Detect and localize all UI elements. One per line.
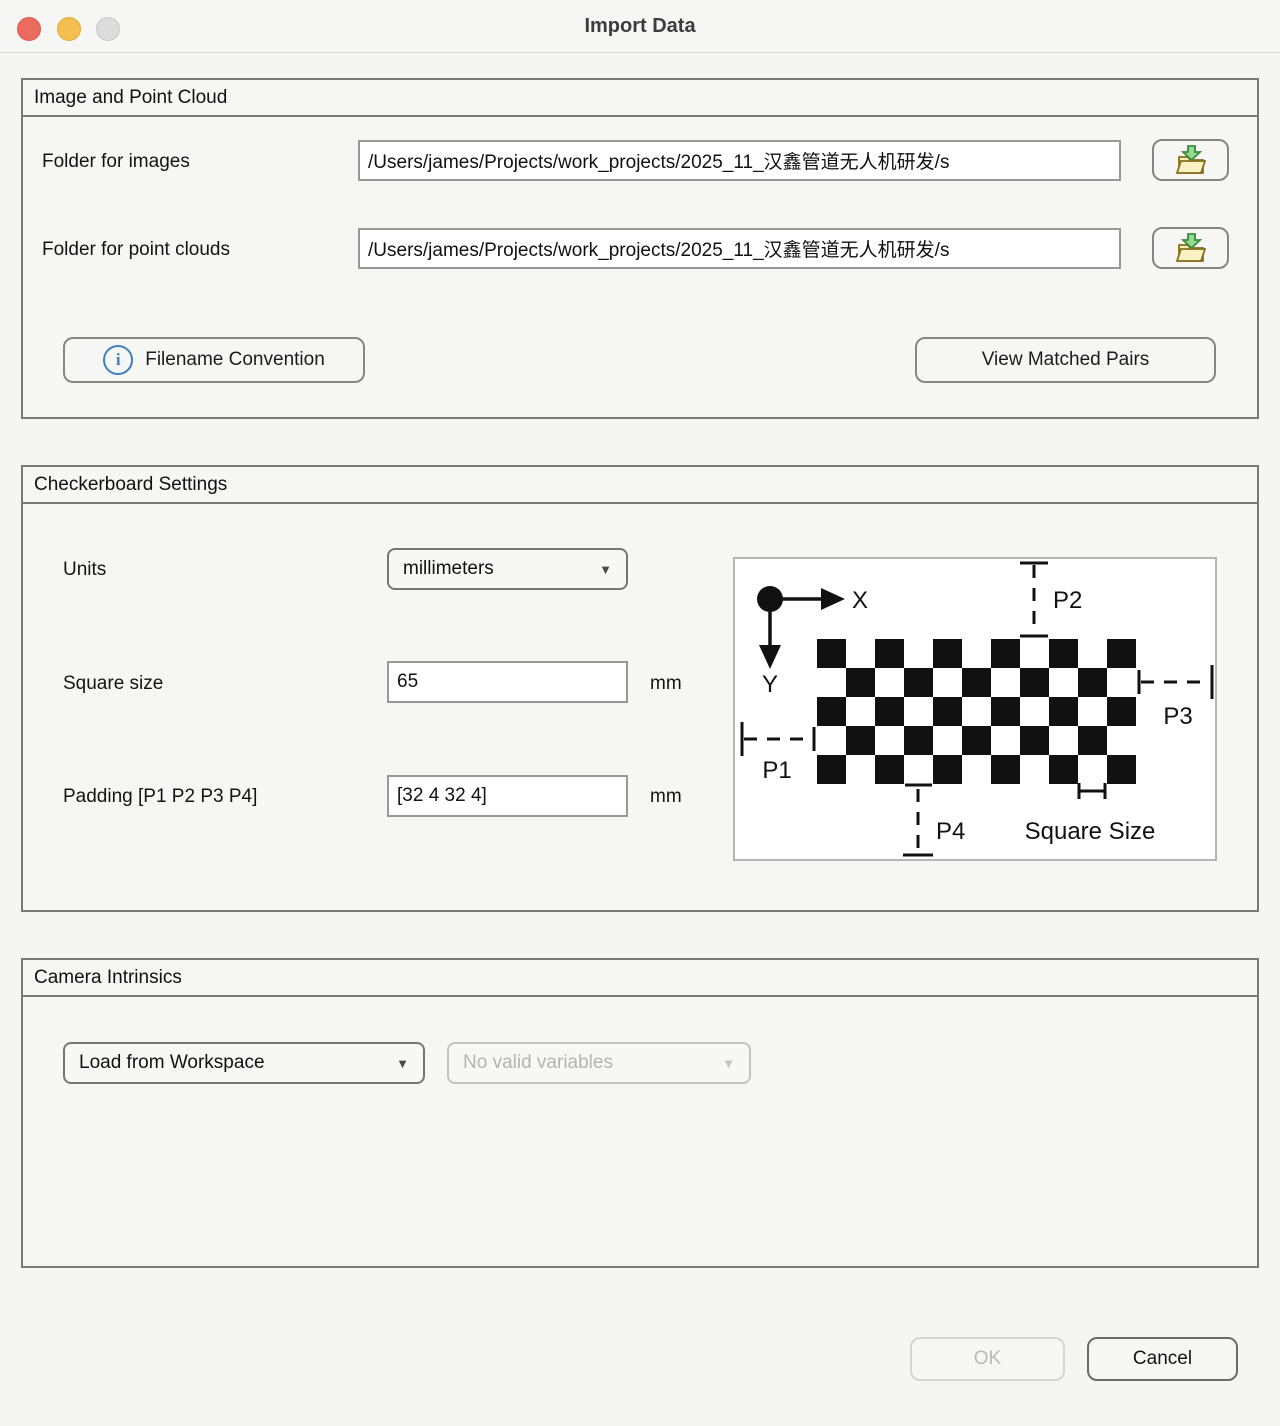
intrinsics-source-value: Load from Workspace: [79, 1052, 265, 1074]
browse-images-button[interactable]: [1152, 139, 1229, 181]
info-icon: i: [103, 345, 133, 375]
p4-label: P4: [936, 818, 965, 845]
square-size-measure-ticks: [1079, 783, 1105, 799]
units-value: millimeters: [403, 558, 494, 580]
view-matched-pairs-button[interactable]: View Matched Pairs: [915, 337, 1216, 383]
units-label: Units: [63, 549, 106, 590]
p2-label: P2: [1053, 587, 1082, 614]
open-folder-icon: [1172, 232, 1210, 265]
y-axis-label: Y: [762, 671, 778, 698]
chevron-down-icon: ▼: [722, 1056, 735, 1071]
camera-intrinsics-section: Camera Intrinsics: [21, 958, 1259, 1268]
checkerboard-pattern: [817, 639, 1136, 784]
checkerboard-diagram: X Y P2 P1 P3 P4 Square Size: [733, 557, 1217, 861]
p3-label: P3: [1163, 703, 1192, 730]
folder-images-input[interactable]: [358, 140, 1121, 181]
import-data-dialog: Import Data Image and Point Cloud Folder…: [0, 0, 1280, 1426]
filename-convention-button[interactable]: i Filename Convention: [63, 337, 365, 383]
cancel-button[interactable]: Cancel: [1087, 1337, 1238, 1381]
chevron-down-icon: ▼: [599, 562, 612, 577]
square-size-label: Square size: [63, 663, 163, 704]
cancel-label: Cancel: [1133, 1348, 1192, 1370]
x-axis-arrowhead: [821, 588, 845, 610]
padding-input[interactable]: [387, 775, 628, 817]
units-dropdown[interactable]: millimeters ▼: [387, 548, 628, 590]
padding-unit: mm: [650, 776, 682, 817]
window-title: Import Data: [0, 0, 1280, 52]
square-size-unit: mm: [650, 663, 682, 704]
open-folder-icon: [1172, 144, 1210, 177]
y-axis-arrowhead: [759, 645, 781, 669]
section-header: Image and Point Cloud: [23, 80, 1257, 117]
titlebar: Import Data: [0, 0, 1280, 53]
intrinsics-source-dropdown[interactable]: Load from Workspace ▼: [63, 1042, 425, 1084]
folder-clouds-label: Folder for point clouds: [42, 229, 230, 270]
browse-clouds-button[interactable]: [1152, 227, 1229, 269]
section-header: Checkerboard Settings: [23, 467, 1257, 504]
section-header: Camera Intrinsics: [23, 960, 1257, 997]
filename-convention-label: Filename Convention: [145, 349, 325, 371]
folder-clouds-input[interactable]: [358, 228, 1121, 269]
square-size-input[interactable]: [387, 661, 628, 703]
intrinsics-variable-value: No valid variables: [463, 1052, 613, 1074]
square-size-measure-label: Square Size: [1025, 818, 1156, 845]
intrinsics-variable-dropdown: No valid variables ▼: [447, 1042, 751, 1084]
padding-label: Padding [P1 P2 P3 P4]: [63, 776, 257, 817]
x-axis-label: X: [852, 587, 868, 614]
chevron-down-icon: ▼: [396, 1056, 409, 1071]
ok-label: OK: [974, 1348, 1001, 1370]
ok-button: OK: [910, 1337, 1065, 1381]
p1-label: P1: [762, 757, 791, 784]
view-matched-pairs-label: View Matched Pairs: [982, 349, 1150, 371]
folder-images-label: Folder for images: [42, 141, 190, 182]
